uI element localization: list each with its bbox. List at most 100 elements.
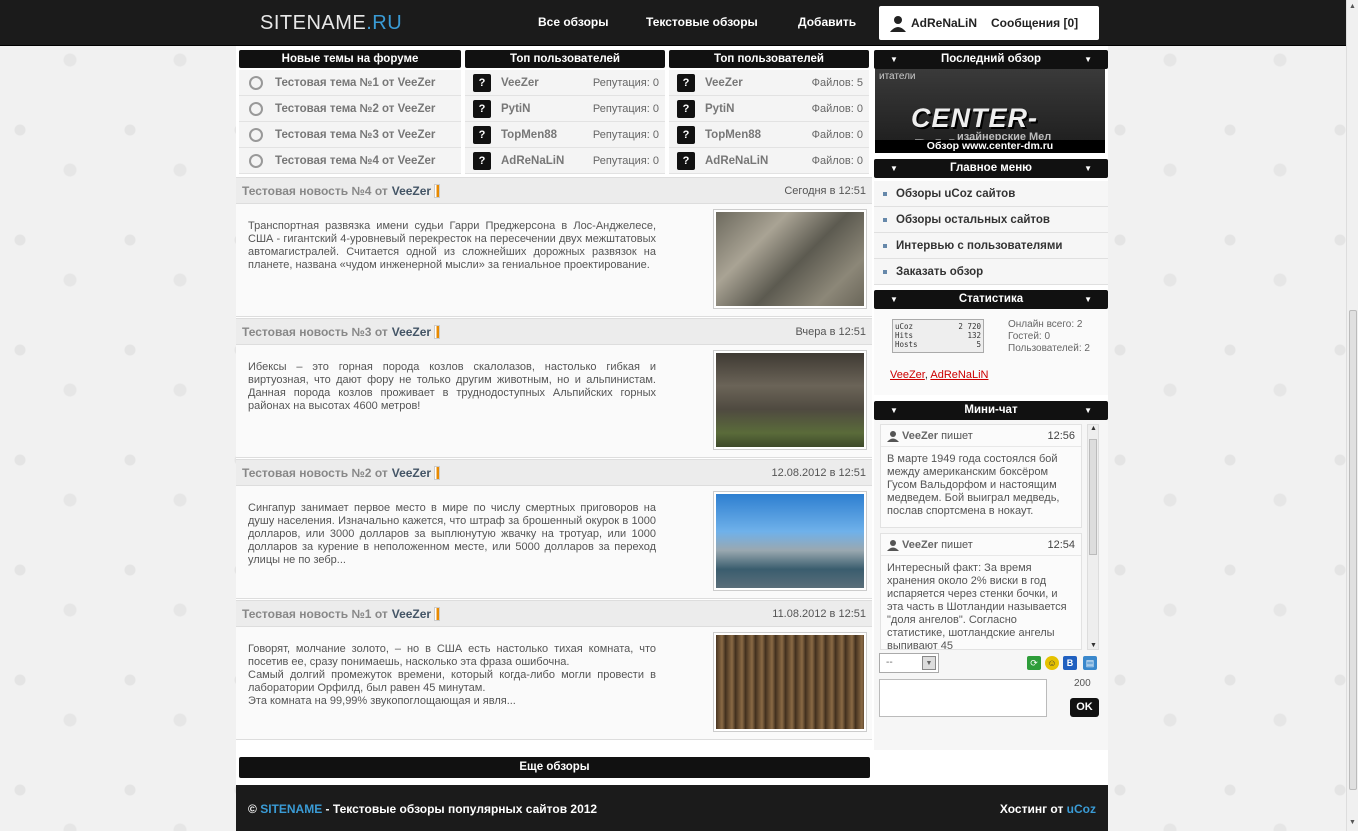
chat-username[interactable]: VeeZer: [902, 430, 938, 442]
list-item[interactable]: ? AdReNaLiN Файлов: 0: [669, 148, 869, 174]
refresh-icon[interactable]: ⟳: [1027, 656, 1041, 670]
nav-all-reviews[interactable]: Все обзоры: [538, 15, 609, 29]
forum-topic[interactable]: Тестовая тема №2 от VeeZer: [239, 96, 461, 122]
list-item[interactable]: ? VeeZer Репутация: 0: [465, 70, 665, 96]
online-user-link[interactable]: AdReNaLiN: [930, 369, 988, 381]
chat-scrollbar[interactable]: ▲ ▼: [1087, 424, 1099, 650]
menu-item-interviews[interactable]: Интервью с пользователями: [874, 233, 1108, 259]
news-image[interactable]: [713, 209, 867, 309]
forum-topic[interactable]: Тестовая тема №1 от VeeZer: [239, 70, 461, 96]
main-menu: Обзоры uCoz сайтов Обзоры остальных сайт…: [874, 181, 1108, 285]
minichat-header: ▼ Мини-чат ▼: [874, 401, 1108, 420]
chat-message-input[interactable]: [879, 679, 1047, 717]
news-header: Тестовая новость №4 от VeeZer Сегодня в …: [236, 177, 872, 204]
bold-icon[interactable]: B: [1063, 656, 1077, 670]
chat-ok-button[interactable]: OK: [1070, 698, 1099, 717]
news-text: Ибексы – это горная порода козлов скалол…: [248, 361, 656, 412]
chat-username[interactable]: VeeZer: [902, 539, 938, 551]
news-item: Тестовая новость №2 от VeeZer 12.08.2012…: [236, 459, 872, 599]
top-users-rep-list: ? VeeZer Репутация: 0 ? PytiN Репутация: 0 ?…: [465, 70, 665, 174]
list-item[interactable]: ? TopMen88 Репутация: 0: [465, 122, 665, 148]
scroll-down-icon[interactable]: ▼: [1090, 642, 1097, 649]
chat-select[interactable]: -- ▼: [879, 653, 939, 673]
chat-time: 12:56: [1047, 429, 1075, 442]
news-image[interactable]: [713, 632, 867, 732]
news-item: Тестовая новость №3 от VeeZer Вчера в 12…: [236, 318, 872, 458]
right-column: ▼ Последний обзор ▼ итатели CENTER-DM.R …: [874, 46, 1108, 750]
menu-item-order-review[interactable]: Заказать обзор: [874, 259, 1108, 285]
list-item[interactable]: ? PytiN Файлов: 0: [669, 96, 869, 122]
triangle-down-icon: ▼: [890, 164, 898, 173]
online-users: VeeZer, AdReNaLiN: [890, 369, 989, 381]
chat-text: В марте 1949 года состоялся бой между ам…: [887, 453, 1060, 517]
ucoz-counter[interactable]: uCoz 2 720 Hits 132 Hosts 5: [892, 319, 984, 353]
list-item[interactable]: ? AdReNaLiN Репутация: 0: [465, 148, 665, 174]
news-image[interactable]: [713, 491, 867, 591]
news-header: Тестовая новость №1 от VeeZer 11.08.2012…: [236, 600, 872, 627]
question-icon: ?: [677, 151, 695, 170]
list-item[interactable]: ? PytiN Репутация: 0: [465, 96, 665, 122]
question-icon: ?: [677, 125, 695, 144]
forum-topic[interactable]: Тестовая тема №4 от VeeZer: [239, 148, 461, 174]
news-date: Сегодня в 12:51: [784, 184, 866, 197]
news-date: 11.08.2012 в 12:51: [772, 607, 866, 620]
chevron-down-icon: ▼: [922, 656, 936, 670]
footer-hosting: Хостинг от uCoz: [999, 802, 1096, 816]
guests-count: Гостей: 0: [1008, 331, 1051, 342]
news-title[interactable]: Тестовая новость №1 от: [242, 607, 388, 621]
nav-text-reviews[interactable]: Текстовые обзоры: [646, 15, 758, 29]
messages-link[interactable]: Сообщения [0]: [991, 16, 1078, 30]
footer: © SITENAME - Текстовые обзоры популярных…: [236, 785, 1108, 831]
menu-item-other-reviews[interactable]: Обзоры остальных сайтов: [874, 207, 1108, 233]
bullet-icon: [883, 191, 887, 196]
scroll-thumb[interactable]: [1349, 310, 1357, 790]
news-author[interactable]: VeeZer: [392, 466, 431, 480]
minichat: VeeZer пишет 12:56 В марте 1949 года сост…: [874, 420, 1108, 750]
scroll-up-icon[interactable]: ▲: [1349, 3, 1356, 10]
flag-icon: [434, 324, 441, 339]
users-count: Пользователей: 2: [1008, 343, 1090, 354]
online-user-link[interactable]: VeeZer: [890, 369, 925, 381]
username[interactable]: AdReNaLiN: [911, 16, 977, 30]
news-body: Ибексы – это горная порода козлов скалол…: [236, 345, 872, 458]
news-body: Говорят, молчание золото, – но в США ест…: [236, 627, 872, 740]
footer-host-link[interactable]: uCoz: [1067, 802, 1096, 816]
question-icon: ?: [473, 125, 491, 144]
top-users-files-list: ? VeeZer Файлов: 5 ? PytiN Файлов: 0 ? TopMen…: [669, 70, 869, 174]
news-image[interactable]: [713, 350, 867, 450]
page-scrollbar[interactable]: ▲ ▼: [1346, 0, 1358, 831]
last-review-header: ▼ Последний обзор ▼: [874, 50, 1108, 69]
forum-topic[interactable]: Тестовая тема №3 от VeeZer: [239, 122, 461, 148]
news-title[interactable]: Тестовая новость №2 от: [242, 466, 388, 480]
question-icon: ?: [473, 73, 491, 92]
stats-block: uCoz 2 720 Hits 132 Hosts 5 Онлайн всего: 2…: [874, 309, 1108, 395]
news-title[interactable]: Тестовая новость №4 от: [242, 184, 388, 198]
nav-add[interactable]: Добавить: [798, 15, 856, 29]
more-reviews-button[interactable]: Еще обзоры: [239, 757, 870, 778]
scroll-up-icon[interactable]: ▲: [1090, 425, 1097, 432]
chat-text: Интересный факт: За время хранения около…: [887, 562, 1067, 650]
news-item: Тестовая новость №1 от VeeZer 11.08.2012…: [236, 600, 872, 740]
smiley-icon[interactable]: ☺: [1045, 656, 1059, 670]
triangle-down-icon: ▼: [1084, 55, 1092, 64]
site-logo[interactable]: SITENAME.RU: [260, 12, 402, 35]
top-users-rep-header: Топ пользователей: [465, 50, 665, 68]
question-icon: ?: [677, 99, 695, 118]
scroll-down-icon[interactable]: ▼: [1349, 819, 1356, 826]
footer-copyright: © SITENAME - Текстовые обзоры популярных…: [248, 802, 598, 816]
news-author[interactable]: VeeZer: [392, 607, 431, 621]
news-author[interactable]: VeeZer: [392, 184, 431, 198]
triangle-down-icon: ▼: [1084, 164, 1092, 173]
triangle-down-icon: ▼: [1084, 295, 1092, 304]
footer-site-link[interactable]: SITENAME: [260, 802, 322, 816]
list-item[interactable]: ? TopMen88 Файлов: 0: [669, 122, 869, 148]
speech-bubble-icon: [249, 127, 263, 142]
menu-item-ucoz-reviews[interactable]: Обзоры uCoz сайтов: [874, 181, 1108, 207]
list-item[interactable]: ? VeeZer Файлов: 5: [669, 70, 869, 96]
news-author[interactable]: VeeZer: [392, 325, 431, 339]
news-title[interactable]: Тестовая новость №3 от: [242, 325, 388, 339]
forum-list: Тестовая тема №1 от VeeZer Тестовая тема…: [239, 70, 461, 174]
last-review-banner[interactable]: итатели CENTER-DM.R изайнерские Мел Обзо…: [875, 69, 1105, 153]
triangle-down-icon: ▼: [890, 55, 898, 64]
history-icon[interactable]: ▤: [1083, 656, 1097, 670]
